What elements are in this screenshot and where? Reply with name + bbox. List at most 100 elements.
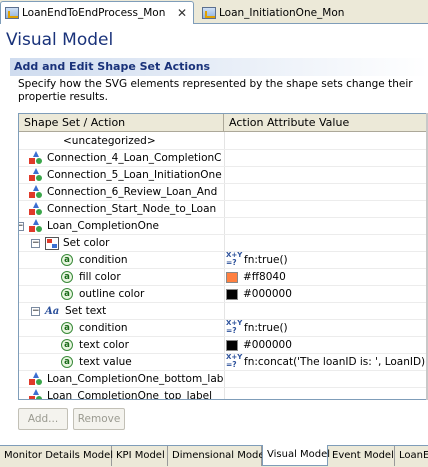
shape-set-icon xyxy=(29,389,43,399)
shape-set-icon xyxy=(29,185,43,199)
row-label: <uncategorized> xyxy=(63,135,156,147)
color-swatch[interactable] xyxy=(226,339,238,351)
table-row[interactable]: − Loan_CompletionOne xyxy=(19,218,427,235)
action-value-cell[interactable]: #ff8040 xyxy=(226,269,286,285)
table-row[interactable]: a fill color #ff8040 xyxy=(19,269,427,286)
action-value: #000000 xyxy=(243,339,292,351)
row-label: text value xyxy=(79,356,132,368)
section-header[interactable]: Add and Edit Shape Set Actions xyxy=(10,58,428,76)
action-value-cell[interactable]: X+Y =? fn:true() xyxy=(226,319,288,336)
remove-button[interactable]: Remove xyxy=(73,408,125,430)
shape-set-cell[interactable]: <uncategorized> xyxy=(63,133,156,149)
action-value: fn:true() xyxy=(244,322,288,334)
attribute-icon: a xyxy=(61,254,73,266)
editor-page-tabs: Monitor Details Model KPI Model Dimensio… xyxy=(0,445,428,467)
row-label: text color xyxy=(79,339,129,351)
color-swatch[interactable] xyxy=(226,271,238,283)
column-header-shape-set[interactable]: Shape Set / Action xyxy=(19,114,224,132)
collapse-toggle-icon[interactable]: − xyxy=(31,238,40,248)
table-row[interactable]: a condition X+Y =? fn:true() xyxy=(19,251,427,269)
row-label: Connection_Start_Node_to_Loan xyxy=(47,203,217,215)
table-row[interactable]: − Set color xyxy=(19,235,427,252)
editor-tab-label: LoanEndToEndProcess_Mon xyxy=(22,7,166,19)
table-row[interactable]: <uncategorized> xyxy=(19,133,427,150)
column-header-action-value[interactable]: Action Attribute Value xyxy=(224,114,427,132)
shape-set-cell[interactable]: a outline color xyxy=(61,286,144,302)
tab-kpi-model[interactable]: KPI Model xyxy=(112,446,168,466)
attribute-icon: a xyxy=(61,356,73,368)
shape-set-cell[interactable]: − Set color xyxy=(31,235,109,251)
action-value-cell[interactable]: #000000 xyxy=(226,286,292,302)
shape-set-icon xyxy=(29,219,43,233)
shape-set-icon xyxy=(29,168,43,182)
tab-monitor-details-model[interactable]: Monitor Details Model xyxy=(0,446,113,466)
monitor-model-icon xyxy=(5,7,19,19)
shape-set-icon xyxy=(29,202,43,216)
action-value-cell[interactable]: X+Y =? fn:true() xyxy=(226,251,288,268)
shape-set-cell[interactable]: a condition xyxy=(61,252,128,268)
row-label: condition xyxy=(79,254,128,266)
shape-set-cell[interactable]: Connection_4_Loan_CompletionC xyxy=(29,150,222,166)
table-row[interactable]: Connection_Start_Node_to_Loan xyxy=(19,201,427,218)
editor-tab-bar: LoanEndToEndProcess_Mon ✕ Loan_Initiatio… xyxy=(0,0,428,24)
row-label: Loan_CompletionOne xyxy=(47,220,159,232)
row-label: Loan_CompletionOne_top_label xyxy=(47,390,213,400)
table-row[interactable]: Connection_5_Loan_InitiationOne xyxy=(19,167,427,184)
close-icon[interactable]: ✕ xyxy=(177,6,187,20)
monitor-model-icon xyxy=(202,6,216,19)
shape-set-cell[interactable]: − Aa Set text xyxy=(31,303,106,319)
shape-set-cell[interactable]: Connection_6_Review_Loan_And xyxy=(29,184,217,200)
shape-set-cell[interactable]: − Loan_CompletionOne xyxy=(19,218,159,234)
tab-visual-model[interactable]: Visual Model xyxy=(262,445,330,466)
shape-set-cell[interactable]: a fill color xyxy=(61,269,121,285)
attribute-icon: a xyxy=(61,322,73,334)
table-row[interactable]: Loan_CompletionOne_top_label xyxy=(19,388,427,400)
collapse-toggle-icon[interactable]: − xyxy=(19,221,24,231)
action-value: #000000 xyxy=(243,288,292,300)
table-row[interactable]: Connection_4_Loan_CompletionC xyxy=(19,150,427,167)
collapse-toggle-icon[interactable]: − xyxy=(31,306,40,316)
editor-tab-loan-initiation[interactable]: Loan_InitiationOne_Mon xyxy=(198,1,378,24)
table-row[interactable]: Loan_CompletionOne_bottom_lab xyxy=(19,371,427,388)
action-value-cell[interactable]: X+Y =? fn:concat('The loanID is: ', LoanID… xyxy=(226,353,426,370)
tab-loanend[interactable]: LoanEnd xyxy=(395,446,428,466)
shape-set-actions-table[interactable]: Shape Set / Action Action Attribute Valu… xyxy=(18,113,428,400)
row-label: fill color xyxy=(79,271,121,283)
row-label: Set text xyxy=(65,305,107,317)
row-label: Loan_CompletionOne_bottom_lab xyxy=(47,373,224,385)
table-row[interactable]: a text value X+Y =? fn:concat('The loanID is… xyxy=(19,353,427,371)
shape-set-cell[interactable]: a text value xyxy=(61,354,132,370)
row-label: condition xyxy=(79,322,128,334)
table-row[interactable]: a text color #000000 xyxy=(19,337,427,354)
xpath-expression-icon: X+Y =? xyxy=(226,353,243,369)
editor-tab-loanendtoend[interactable]: LoanEndToEndProcess_Mon ✕ xyxy=(0,1,194,24)
tab-event-model[interactable]: Event Model xyxy=(328,446,395,466)
shape-set-cell[interactable]: Connection_5_Loan_InitiationOne xyxy=(29,167,222,183)
add-button[interactable]: Add... xyxy=(18,408,68,430)
table-row[interactable]: a condition X+Y =? fn:true() xyxy=(19,319,427,337)
shape-set-cell[interactable]: Connection_Start_Node_to_Loan xyxy=(29,201,216,217)
action-value: fn:concat('The loanID is: ', LoanID) xyxy=(244,356,426,368)
row-label: Set color xyxy=(63,237,110,249)
shape-set-cell[interactable]: Loan_CompletionOne_top_label xyxy=(29,388,213,400)
table-row[interactable]: a outline color #000000 xyxy=(19,286,427,303)
row-label: Connection_6_Review_Loan_And xyxy=(47,186,218,198)
row-label: Connection_5_Loan_InitiationOne xyxy=(47,169,222,181)
set-text-icon: Aa xyxy=(45,305,60,317)
action-value-cell[interactable]: #000000 xyxy=(226,337,292,353)
shape-set-cell[interactable]: a text color xyxy=(61,337,129,353)
shape-set-cell[interactable]: Loan_CompletionOne_bottom_lab xyxy=(29,371,223,387)
table-header: Shape Set / Action Action Attribute Valu… xyxy=(19,114,427,132)
section-description: Specify how the SVG elements represented… xyxy=(18,78,413,103)
attribute-icon: a xyxy=(61,271,73,283)
table-row[interactable]: − Aa Set text xyxy=(19,303,427,320)
action-value: #ff8040 xyxy=(243,271,286,283)
xpath-expression-icon: X+Y =? xyxy=(226,319,243,335)
tab-dimensional-model[interactable]: Dimensional Model xyxy=(168,446,267,466)
attribute-icon: a xyxy=(61,288,73,300)
table-row[interactable]: Connection_6_Review_Loan_And xyxy=(19,184,427,201)
shape-set-icon xyxy=(29,151,43,165)
shape-set-cell[interactable]: a condition xyxy=(61,320,128,336)
color-swatch[interactable] xyxy=(226,288,238,300)
page-title: Visual Model xyxy=(6,30,114,50)
